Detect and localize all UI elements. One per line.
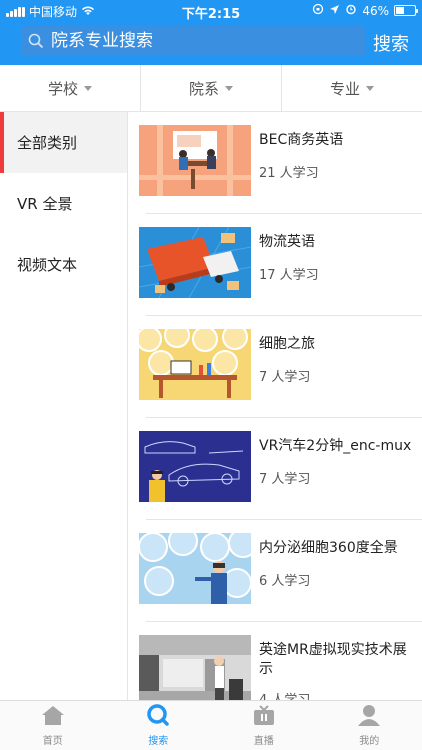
- tv-icon: [252, 704, 276, 729]
- course-item[interactable]: BEC商务英语 21 人学习: [128, 112, 422, 214]
- tab-label: 首页: [42, 736, 63, 747]
- tab-label: 搜索: [148, 736, 169, 747]
- tab-search[interactable]: 搜索: [106, 701, 212, 750]
- category-all[interactable]: 全部类别: [0, 112, 127, 173]
- location-icon: [329, 4, 340, 18]
- course-thumbnail-logistics-truck: [139, 227, 251, 298]
- course-thumbnail-vr-car: [139, 431, 251, 502]
- course-learners: 7 人学习: [259, 370, 311, 385]
- course-title: BEC商务英语: [259, 132, 344, 148]
- status-right: 46%: [312, 3, 418, 18]
- alarm-icon: [345, 3, 357, 18]
- tab-label: 直播: [253, 736, 274, 747]
- filter-label: 专业: [329, 79, 360, 98]
- search-input[interactable]: [51, 31, 351, 51]
- battery-percent: 46%: [362, 3, 389, 18]
- course-item[interactable]: 英途MR虚拟现实技术展示 4 人学习: [128, 622, 422, 700]
- caret-down-icon: [84, 85, 92, 91]
- tab-label: 我的: [359, 736, 380, 747]
- course-list: BEC商务英语 21 人学习 物流英语 17 人学习 细胞之旅 7 人学习 VR…: [128, 112, 422, 700]
- course-title: 英途MR虚拟现实技术展示: [259, 642, 407, 677]
- course-learners: 21 人学习: [259, 166, 319, 181]
- filter-school[interactable]: 学校: [0, 65, 141, 111]
- course-item[interactable]: 细胞之旅 7 人学习: [128, 316, 422, 418]
- battery-icon: [394, 5, 418, 16]
- filter-department[interactable]: 院系: [141, 65, 282, 111]
- filter-label: 学校: [47, 79, 78, 98]
- search-icon: [21, 26, 51, 56]
- user-icon: [357, 704, 381, 729]
- status-bar: 中国移动 下午2:15 46%: [0, 0, 422, 22]
- header: 中国移动 下午2:15 46% 院系专业搜索 搜索: [0, 0, 422, 65]
- caret-down-icon: [366, 85, 374, 91]
- course-learners: 17 人学习: [259, 268, 319, 283]
- course-thumbnail-cell-lab: [139, 329, 251, 400]
- caret-down-icon: [225, 85, 233, 91]
- course-learners: 4 人学习: [259, 689, 310, 700]
- filter-major[interactable]: 专业: [282, 65, 422, 111]
- course-title: 物流英语: [259, 234, 315, 250]
- battery-fill: [396, 7, 404, 14]
- tab-bar: 首页 搜索 直播 我的: [0, 700, 422, 750]
- course-title: 细胞之旅: [259, 336, 315, 352]
- course-item[interactable]: 物流英语 17 人学习: [128, 214, 422, 316]
- course-title: 内分泌细胞360度全景: [259, 540, 398, 556]
- search-icon: [146, 704, 170, 729]
- course-item[interactable]: 内分泌细胞360度全景 6 人学习: [128, 520, 422, 622]
- app-root: 中国移动 下午2:15 46% 院系专业搜索 搜索 学校 院系 专业 全部类别 …: [0, 0, 422, 750]
- course-thumbnail-vr-cells: [139, 533, 251, 604]
- course-learners: 6 人学习: [259, 574, 311, 589]
- tab-live[interactable]: 直播: [211, 701, 317, 750]
- category-sidebar: 全部类别 VR 全景 视频文本: [0, 112, 128, 700]
- course-learners: 7 人学习: [259, 472, 311, 487]
- category-vr[interactable]: VR 全景: [0, 173, 127, 234]
- home-icon: [41, 704, 65, 729]
- rotation-lock-icon: [312, 3, 324, 18]
- search-button[interactable]: 搜索: [373, 30, 409, 56]
- tab-profile[interactable]: 我的: [317, 701, 422, 750]
- course-item[interactable]: VR汽车2分钟_enc-mux 7 人学习: [128, 418, 422, 520]
- filter-label: 院系: [188, 79, 219, 98]
- course-thumbnail-business-meeting: [139, 125, 251, 196]
- filter-bar: 学校 院系 专业: [0, 65, 422, 112]
- category-video-text[interactable]: 视频文本: [0, 234, 127, 295]
- course-thumbnail-mr-demo: [139, 635, 251, 700]
- search-box[interactable]: [21, 26, 365, 56]
- tab-home[interactable]: 首页: [0, 701, 106, 750]
- course-title: VR汽车2分钟_enc-mux: [259, 438, 412, 454]
